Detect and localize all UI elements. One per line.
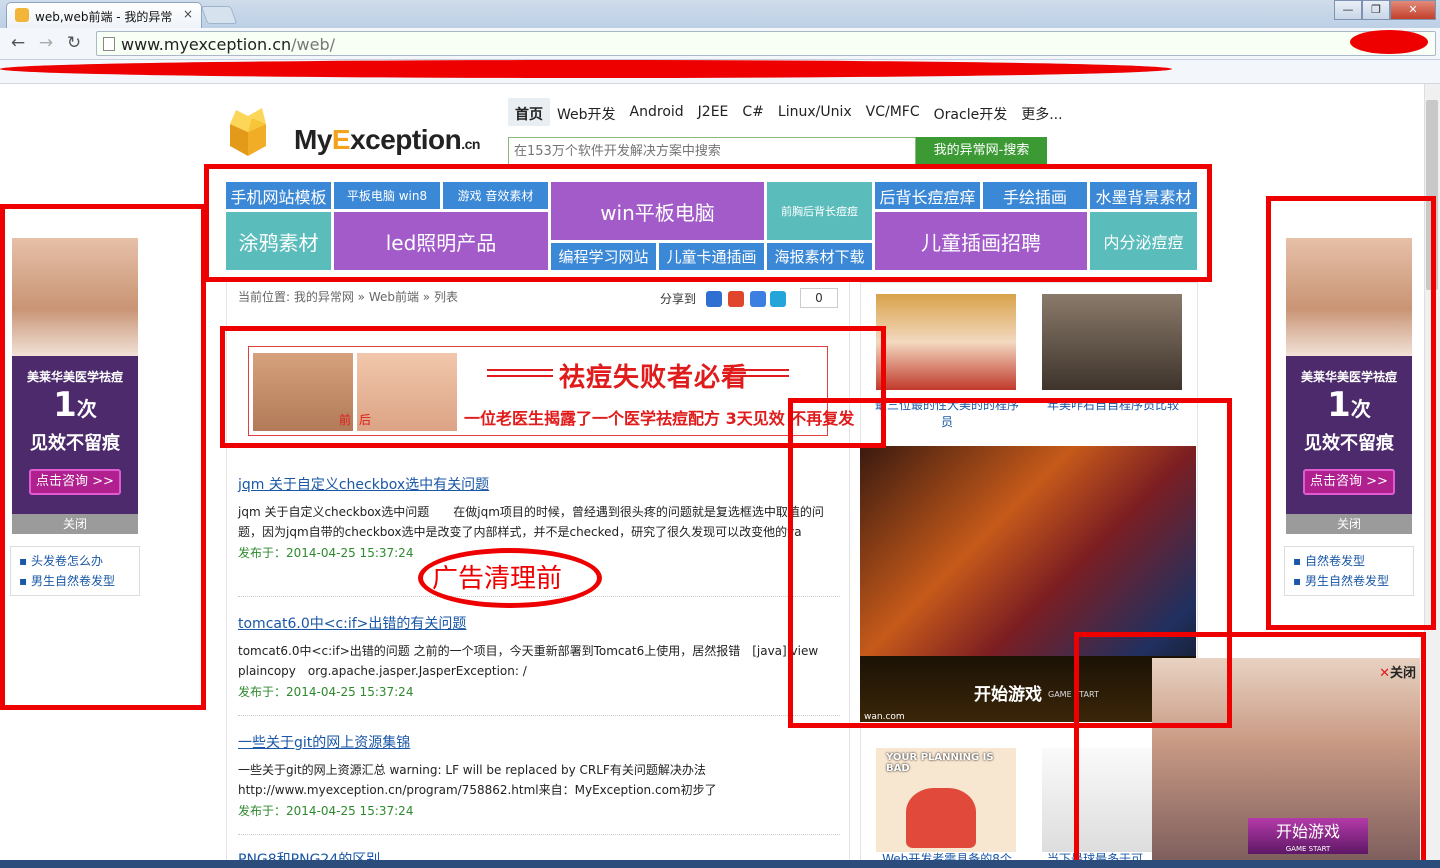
back-icon[interactable]: ← (6, 32, 30, 54)
annotation-box (220, 326, 886, 448)
logo-part: xception (350, 124, 462, 155)
breadcrumb: 当前位置: 我的异常网 » Web前端 » 列表 (238, 290, 458, 304)
annotation-box (204, 164, 1212, 282)
divider (238, 834, 840, 835)
article-title-link[interactable]: 一些关于git的网上资源集锦 (238, 732, 840, 752)
nav-item-more[interactable]: 更多... (1014, 98, 1069, 126)
new-tab-button[interactable] (200, 6, 238, 24)
qzone-share-icon[interactable] (706, 291, 722, 307)
search-box (508, 137, 916, 165)
url-host: www.myexception.cn (121, 35, 292, 54)
tencent-share-icon[interactable] (770, 291, 786, 307)
redaction-scribble (1350, 30, 1428, 54)
share-label: 分享到 (660, 292, 697, 306)
maximize-button[interactable]: ❐ (1362, 0, 1390, 20)
nav-item-vcmfc[interactable]: VC/MFC (859, 98, 927, 126)
article-excerpt: tomcat6.0中<c:if>出错的问题 之前的一个项目，今天重新部署到Tom… (238, 644, 819, 678)
article-item: tomcat6.0中<c:if>出错的有关问题 tomcat6.0中<c:if>… (238, 613, 840, 700)
share-count: 0 (800, 288, 838, 308)
nav-item-web[interactable]: Web开发 (550, 98, 623, 126)
main-nav: 首页 Web开发 Android J2EE C# Linux/Unix VC/M… (508, 98, 1070, 126)
nav-item-oracle[interactable]: Oracle开发 (927, 98, 1015, 126)
logo-part: .cn (461, 136, 480, 152)
logo-box-icon[interactable] (226, 104, 270, 160)
nav-item-j2ee[interactable]: J2EE (691, 98, 736, 126)
minimize-button[interactable]: — (1334, 0, 1362, 20)
reload-icon[interactable]: ↻ (62, 32, 86, 54)
annotation-box (0, 204, 206, 710)
tab-title: web,web前端 - 我的异常 (35, 10, 173, 24)
os-taskbar (0, 860, 1440, 868)
featured-photo[interactable] (876, 294, 1016, 390)
tab-strip: web,web前端 - 我的异常 × — ❐ ✕ (0, 0, 1440, 28)
page-icon (103, 37, 115, 51)
baidu-share-icon[interactable] (750, 291, 766, 307)
weibo-share-icon[interactable] (728, 291, 744, 307)
search-button[interactable]: 我的异常网-搜索 (916, 137, 1047, 165)
featured-photo[interactable] (1042, 294, 1182, 390)
annotation-label: 广告清理前 (432, 564, 563, 594)
nav-item-home[interactable]: 首页 (508, 98, 550, 126)
redaction-scribble (0, 60, 1172, 78)
site-favicon-icon (15, 8, 29, 22)
article-excerpt: 一些关于git的网上资源汇总 warning: LF will be repla… (238, 763, 717, 797)
article-title-link[interactable]: tomcat6.0中<c:if>出错的有关问题 (238, 613, 840, 633)
article-excerpt: jqm 关于自定义checkbox选中问题 在做jqm项目的时候，曾经遇到很头疼… (238, 505, 824, 539)
nav-item-csharp[interactable]: C# (735, 98, 771, 126)
address-bar[interactable]: www.myexception.cn/web/ (96, 31, 1436, 56)
tab-close-icon[interactable]: × (183, 7, 193, 21)
window-close-button[interactable]: ✕ (1390, 0, 1436, 20)
annotation-box (1266, 196, 1436, 630)
nav-item-linux[interactable]: Linux/Unix (771, 98, 859, 126)
comic-character (906, 788, 976, 848)
comic-image[interactable]: YOUR PLANNING IS BAD (876, 748, 1016, 852)
forward-icon[interactable]: → (34, 32, 58, 54)
logo-part: My (294, 124, 332, 155)
browser-tab[interactable]: web,web前端 - 我的异常 × (6, 2, 202, 28)
site-logo[interactable]: MyException.cn (294, 124, 480, 156)
search-input[interactable] (509, 138, 915, 164)
logo-part: E (331, 124, 351, 155)
article-item: jqm 关于自定义checkbox选中有关问题 jqm 关于自定义checkbo… (238, 474, 840, 561)
divider (238, 715, 840, 716)
article-item: 一些关于git的网上资源集锦 一些关于git的网上资源汇总 warning: L… (238, 732, 840, 819)
article-date: 发布于：2014-04-25 15:37:24 (238, 685, 414, 699)
url-path: /web/ (291, 35, 336, 54)
comic-text: YOUR PLANNING IS BAD (886, 752, 994, 774)
article-date: 发布于：2014-04-25 15:37:24 (238, 804, 414, 818)
annotation-box (1074, 632, 1426, 868)
article-title-link[interactable]: jqm 关于自定义checkbox选中有关问题 (238, 474, 840, 494)
browser-toolbar: ← → ↻ www.myexception.cn/web/ (0, 28, 1440, 60)
nav-item-android[interactable]: Android (623, 98, 691, 126)
